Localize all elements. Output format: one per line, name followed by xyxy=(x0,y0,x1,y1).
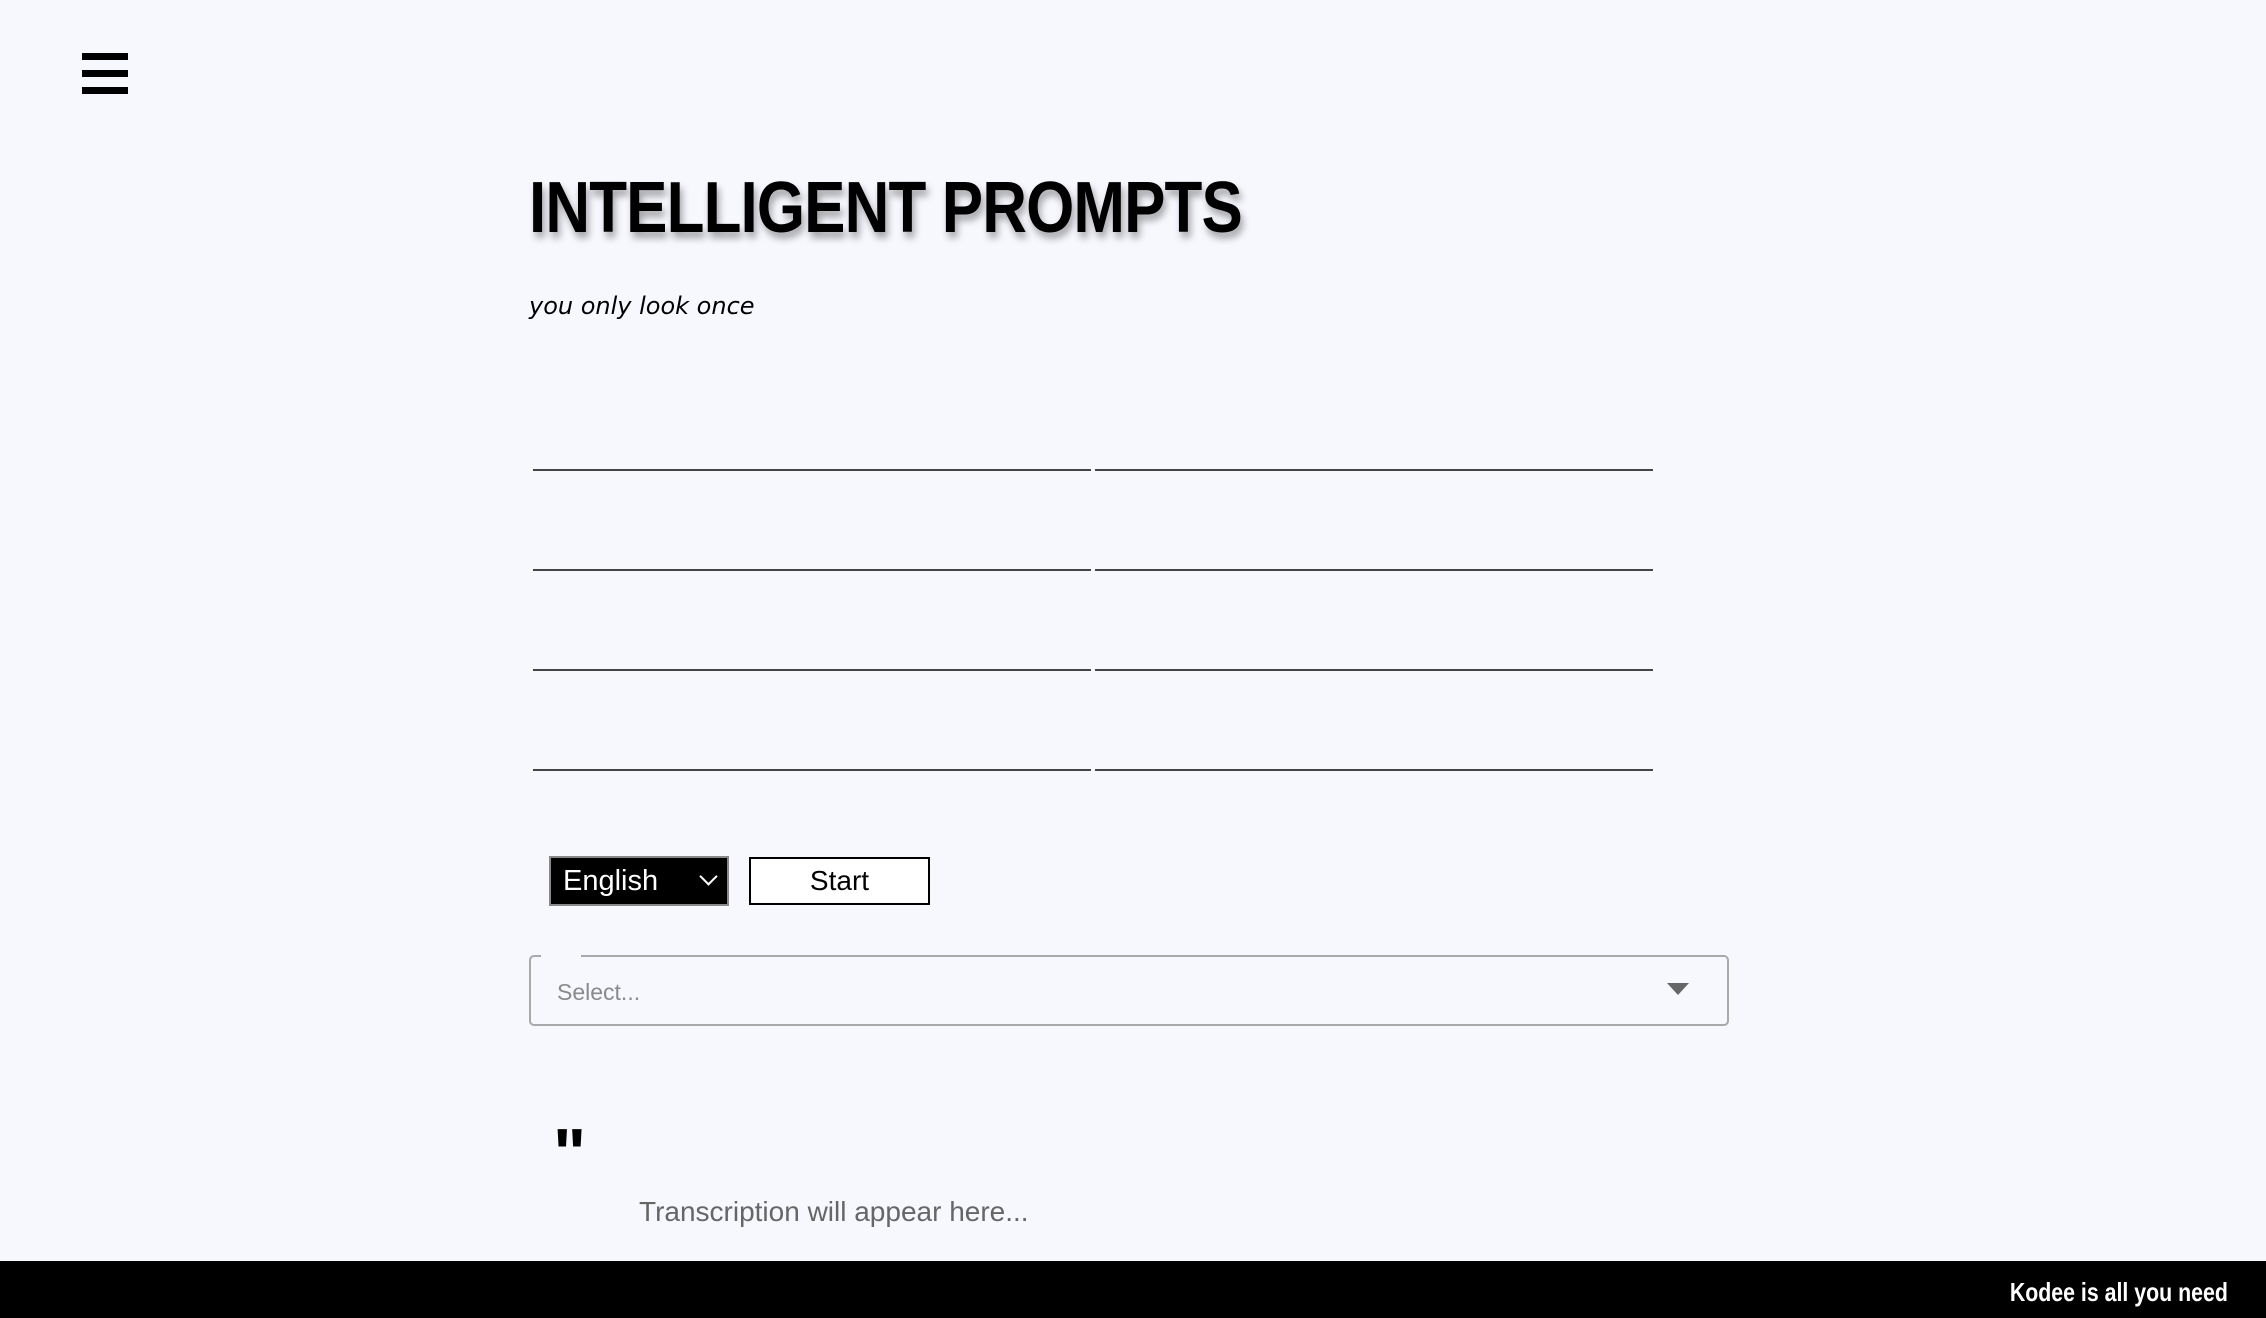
menu-bar xyxy=(82,87,128,94)
page-subtitle: you only look once xyxy=(529,292,755,320)
prompt-field[interactable] xyxy=(533,475,1091,571)
prompt-fields xyxy=(533,375,1657,775)
language-select-value: English xyxy=(563,864,659,897)
prompt-field[interactable] xyxy=(1095,475,1653,571)
select-combobox[interactable]: Select... xyxy=(529,954,1729,1026)
prompt-field[interactable] xyxy=(533,675,1091,771)
start-button[interactable]: Start xyxy=(749,857,930,905)
combo-notch xyxy=(541,954,581,958)
language-select[interactable]: English xyxy=(549,856,729,906)
prompt-field[interactable] xyxy=(533,575,1091,671)
hamburger-menu-icon[interactable] xyxy=(82,53,128,95)
combo-placeholder: Select... xyxy=(557,979,641,1005)
controls-bar: English Start xyxy=(549,856,930,906)
transcription-text: Transcription will appear here... xyxy=(639,1196,1029,1227)
field-row xyxy=(533,475,1657,575)
field-row xyxy=(533,375,1657,475)
caret-down-icon[interactable] xyxy=(1667,983,1689,995)
prompt-field[interactable] xyxy=(1095,675,1653,771)
chevron-down-icon xyxy=(699,867,718,886)
prompt-field[interactable] xyxy=(1095,375,1653,471)
field-row xyxy=(533,675,1657,775)
prompt-field[interactable] xyxy=(1095,575,1653,671)
field-row xyxy=(533,575,1657,675)
prompt-field[interactable] xyxy=(533,375,1091,471)
quote-icon: " xyxy=(553,1114,587,1192)
footer-bar: Kodee is all you need xyxy=(0,1261,2266,1318)
menu-bar xyxy=(82,70,128,77)
menu-bar xyxy=(82,53,128,60)
page-title: INTELLIGENT PROMPTS xyxy=(529,168,1243,248)
footer-text: Kodee is all you need xyxy=(2009,1277,2228,1307)
